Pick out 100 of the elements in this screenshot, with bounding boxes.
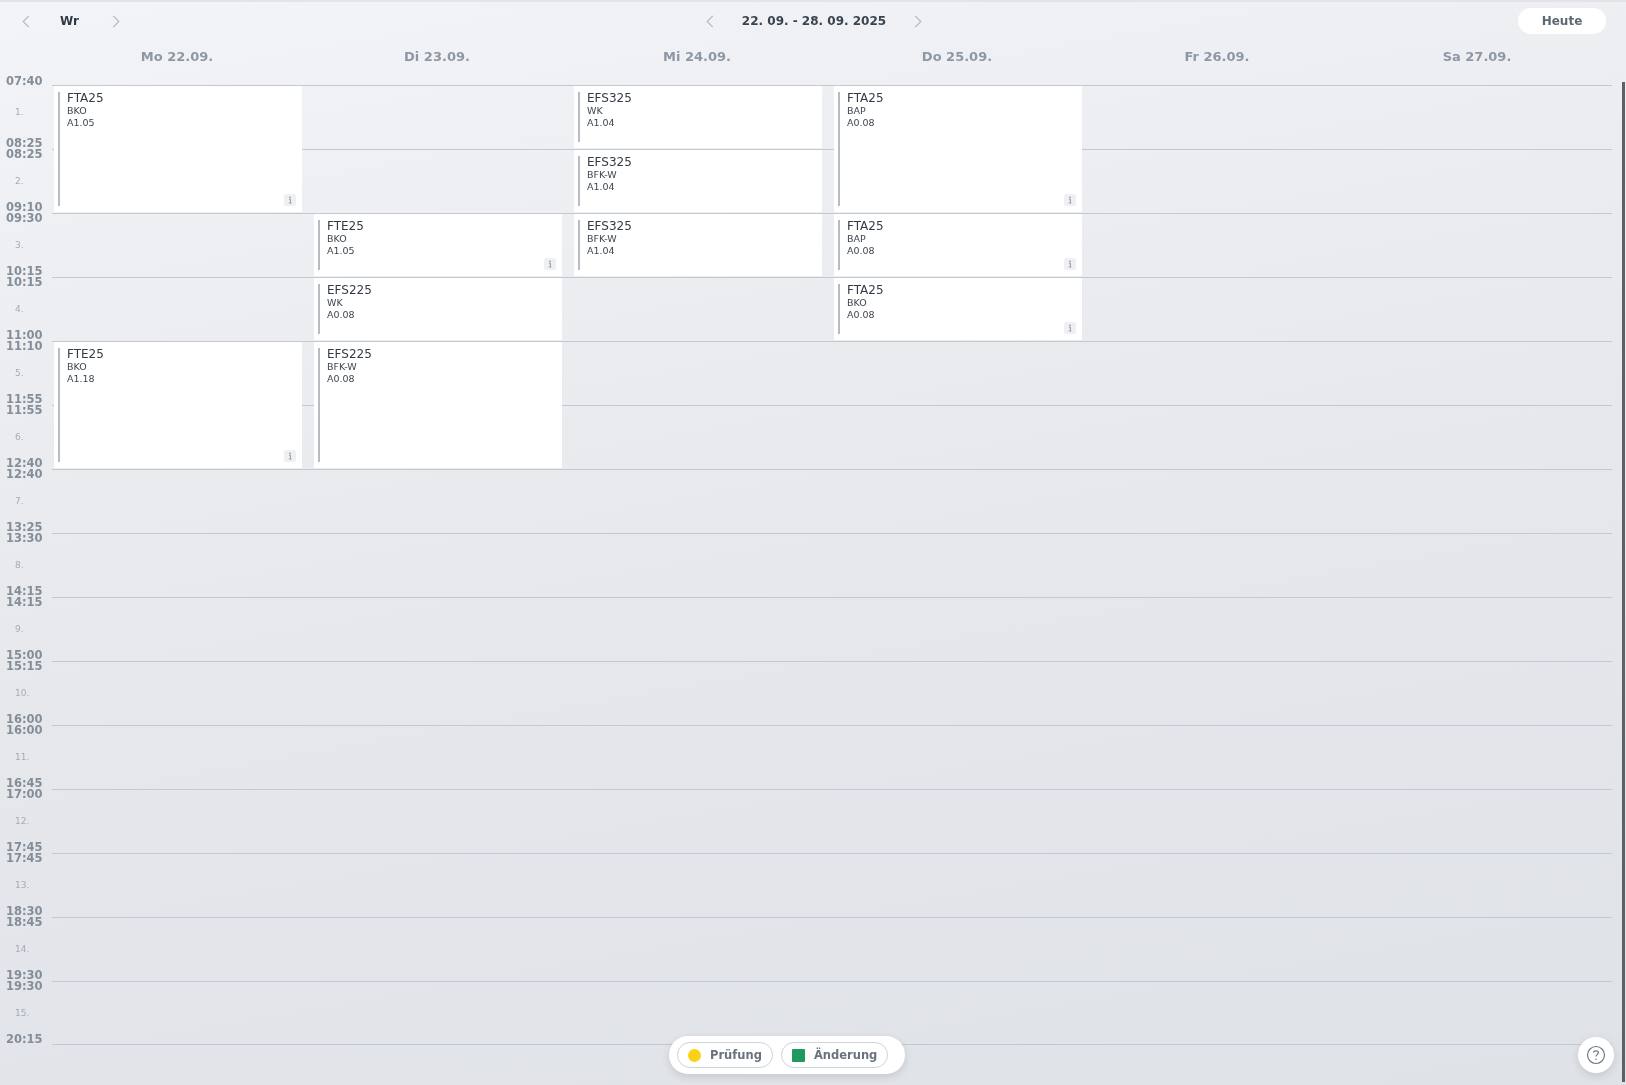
room-name: A1.04	[587, 117, 616, 129]
class-name: FTE25	[67, 348, 104, 361]
period-start-time: 18:45	[6, 917, 43, 928]
class-name: EFS325	[587, 156, 632, 169]
lesson-card[interactable]: EFS225 BFK-W A0.08	[314, 342, 562, 468]
room-name: A1.04	[587, 245, 616, 257]
room-name: A1.05	[327, 245, 356, 257]
period-end-time: 20:15	[6, 1034, 43, 1045]
help-button[interactable]	[1578, 1037, 1614, 1073]
period-number: 2.	[14, 175, 24, 187]
period-end-time: 16:45	[6, 778, 43, 789]
day-header: Do 25.09.	[920, 48, 994, 64]
class-name: EFS225	[327, 284, 372, 297]
period-start-time: 12:40	[6, 469, 43, 480]
day-header: Fr 26.09.	[1183, 48, 1251, 64]
class-name: EFS225	[327, 348, 372, 361]
subject-name: BAP	[847, 233, 867, 245]
period-end-time: 19:30	[6, 970, 43, 981]
next-icon[interactable]	[111, 14, 120, 28]
period-number: 12.	[14, 815, 30, 827]
lesson-card[interactable]: FTE25 BKO A1.18	[54, 342, 302, 468]
info-icon[interactable]	[544, 258, 556, 270]
period-end-time: 13:25	[6, 522, 43, 533]
period-end-time: 08:25	[6, 138, 43, 149]
info-icon[interactable]	[1064, 194, 1076, 206]
period-end-time: 11:55	[6, 394, 43, 405]
subject-name: WK	[327, 297, 344, 309]
period-end-time: 16:00	[6, 714, 43, 725]
period-start-time: 11:10	[6, 341, 43, 352]
lesson-card[interactable]: FTE25 BKO A1.05	[314, 214, 562, 276]
period-end-time: 18:30	[6, 906, 43, 917]
class-name: EFS325	[587, 220, 632, 233]
class-name: EFS325	[587, 92, 632, 105]
subject-name: BFK-W	[587, 169, 618, 181]
period-end-time: 12:40	[6, 458, 43, 469]
subject-name: BFK-W	[587, 233, 618, 245]
lesson-card[interactable]: FTA25 BKO A1.05	[54, 86, 302, 212]
period-start-time: 19:30	[6, 981, 43, 992]
period-number: 15.	[14, 1007, 30, 1019]
subject-name: BKO	[67, 105, 88, 117]
room-name: A1.04	[587, 181, 616, 193]
period-start-time: 11:55	[6, 405, 43, 416]
day-header: Di 23.09.	[403, 48, 471, 64]
subject-name: BKO	[67, 361, 88, 373]
period-end-time: 10:15	[6, 266, 43, 277]
room-name: A0.08	[327, 309, 356, 321]
period-number: 10.	[14, 687, 30, 699]
lesson-card[interactable]: EFS225 WK A0.08	[314, 278, 562, 340]
next-week-icon[interactable]	[914, 14, 923, 28]
room-name: A0.08	[327, 373, 356, 385]
class-name: FTA25	[847, 220, 884, 233]
info-icon[interactable]	[284, 450, 296, 462]
today-button[interactable]: Heute	[1518, 8, 1606, 34]
lesson-card[interactable]: EFS325 BFK-W A1.04	[574, 150, 822, 212]
legend-toggle[interactable]: Prüfung	[677, 1042, 773, 1068]
period-number: 7.	[14, 495, 24, 507]
class-name: FTA25	[847, 284, 884, 297]
period-number: 9.	[14, 623, 24, 635]
view-label[interactable]: Wr	[60, 14, 79, 28]
period-start-time: 16:00	[6, 725, 43, 736]
room-name: A0.08	[847, 245, 876, 257]
period-start-time: 10:15	[6, 277, 43, 288]
scrollbar[interactable]	[1622, 82, 1625, 1082]
subject-name: BKO	[847, 297, 868, 309]
period-number: 14.	[14, 943, 30, 955]
period-start-time: 09:30	[6, 213, 43, 224]
subject-name: BAP	[847, 105, 867, 117]
period-start-time: 13:30	[6, 533, 43, 544]
info-icon[interactable]	[284, 194, 296, 206]
period-number: 13.	[14, 879, 30, 891]
period-end-time: 17:45	[6, 842, 43, 853]
previous-icon[interactable]	[22, 14, 30, 28]
previous-week-icon[interactable]	[705, 14, 714, 28]
lesson-card[interactable]: FTA25 BKO A0.08	[834, 278, 1082, 340]
info-icon[interactable]	[1064, 322, 1076, 334]
period-number: 11.	[14, 751, 30, 763]
lesson-card[interactable]: EFS325 BFK-W A1.04	[574, 214, 822, 276]
week-range: 22. 09. - 28. 09. 2025	[741, 14, 887, 28]
room-name: A0.08	[847, 309, 876, 321]
room-name: A0.08	[847, 117, 876, 129]
period-number: 1.	[14, 107, 24, 118]
day-header: Sa 27.09.	[1441, 48, 1513, 64]
period-start-time: 17:00	[6, 789, 43, 800]
subject-name: BKO	[327, 233, 348, 245]
day-header: Mo 22.09.	[139, 48, 215, 64]
period-end-time: 14:15	[6, 586, 43, 597]
subject-name: WK	[587, 105, 604, 117]
info-icon[interactable]	[1064, 258, 1076, 270]
period-start-time: 14:15	[6, 597, 43, 608]
day-header: Mi 24.09.	[662, 48, 732, 64]
lesson-card[interactable]: FTA25 BAP A0.08	[834, 214, 1082, 276]
legend-toggle[interactable]: Änderung	[780, 1042, 889, 1068]
lesson-card[interactable]: EFS325 WK A1.04	[574, 86, 822, 148]
period-number: 6.	[14, 431, 24, 443]
period-end-time: 09:10	[6, 202, 43, 213]
room-name: A1.05	[67, 117, 96, 129]
period-end-time: 15:00	[6, 650, 43, 661]
lesson-card[interactable]: FTA25 BAP A0.08	[834, 86, 1082, 212]
room-name: A1.18	[67, 373, 96, 385]
period-number: 4.	[14, 303, 24, 315]
